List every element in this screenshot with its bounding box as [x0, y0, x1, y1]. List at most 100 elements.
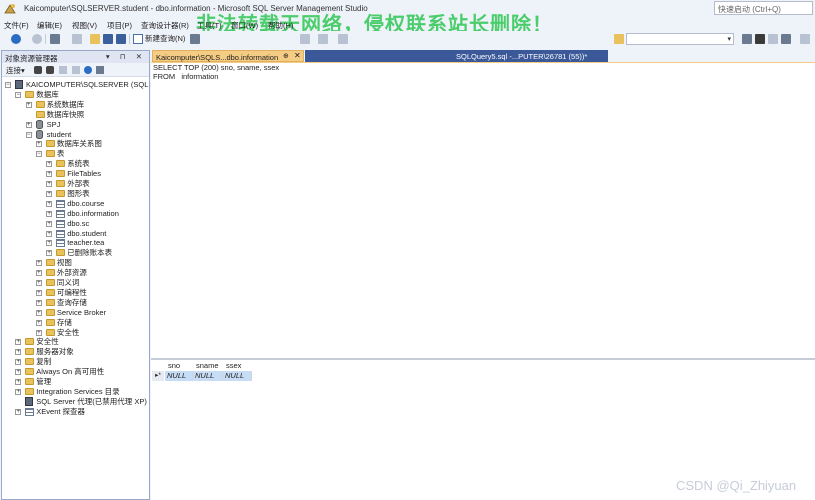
expand-icon[interactable]: +	[35, 329, 42, 336]
table-icon	[56, 239, 66, 248]
collapse-icon[interactable]: −	[5, 82, 11, 88]
folder-icon	[45, 279, 55, 286]
tree-node-label: 存储	[56, 317, 72, 327]
expand-icon[interactable]: +	[46, 190, 53, 197]
menu-window[interactable]: 窗口(W)	[231, 20, 258, 31]
column-header-ssex[interactable]: ssex	[226, 361, 241, 371]
save-icon[interactable]	[103, 34, 113, 44]
expand-icon[interactable]: +	[25, 101, 32, 108]
find-icon[interactable]	[614, 34, 624, 44]
column-header-sname[interactable]: sname	[196, 361, 219, 371]
redo-icon[interactable]	[318, 34, 328, 44]
expand-icon[interactable]: +	[25, 121, 32, 128]
folder-icon	[56, 180, 66, 187]
collapse-icon[interactable]: −	[25, 131, 32, 138]
disconnect-icon[interactable]	[46, 66, 54, 74]
expand-icon[interactable]: +	[35, 260, 42, 267]
expand-icon[interactable]: +	[35, 280, 42, 286]
stop-icon[interactable]	[59, 66, 67, 74]
menu-file[interactable]: 文件(F)	[4, 20, 29, 31]
customize-icon[interactable]	[800, 34, 810, 44]
grid-cell[interactable]: NULL	[193, 371, 223, 381]
table-icon	[56, 199, 66, 208]
forward-icon[interactable]	[32, 34, 42, 44]
pin-icon[interactable]: ⊕	[283, 52, 289, 60]
connect-button[interactable]: 连接▾	[6, 65, 25, 76]
expand-icon[interactable]: +	[46, 171, 53, 178]
filter-icon[interactable]	[72, 66, 80, 74]
back-icon[interactable]	[11, 34, 21, 44]
expand-icon[interactable]: +	[35, 289, 42, 296]
expand-icon[interactable]: +	[46, 250, 53, 257]
quick-launch-input[interactable]: 快速启动 (Ctrl+Q)	[714, 1, 813, 15]
folder-icon	[35, 100, 45, 108]
search-combo[interactable]: ▾	[626, 33, 734, 45]
expand-icon[interactable]: +	[46, 240, 53, 247]
expand-icon[interactable]: +	[15, 359, 22, 366]
tree-node-label: 同义词	[56, 278, 80, 287]
expand-icon[interactable]: +	[35, 270, 42, 277]
expand-icon[interactable]: +	[35, 299, 42, 306]
properties-icon[interactable]	[742, 34, 752, 44]
expand-icon[interactable]: +	[46, 210, 53, 217]
open-file-icon[interactable]	[72, 34, 82, 44]
new-project-icon[interactable]	[50, 34, 60, 44]
tools-icon[interactable]	[755, 34, 765, 44]
folder-icon	[45, 318, 55, 326]
csdn-credit: CSDN @Qi_Zhiyuan	[676, 478, 797, 493]
toolbox-icon[interactable]	[768, 34, 778, 44]
expand-icon[interactable]: +	[46, 200, 53, 207]
save-all-icon[interactable]	[116, 34, 126, 44]
menu-tools[interactable]: 工具(T)	[197, 20, 222, 31]
expand-icon[interactable]: +	[35, 319, 42, 326]
expand-icon[interactable]: +	[15, 388, 22, 395]
column-header-sno[interactable]: sno	[168, 361, 180, 371]
collapse-icon[interactable]: −	[35, 151, 42, 158]
activity-monitor-icon[interactable]	[96, 66, 104, 74]
folder-icon	[45, 328, 55, 336]
expand-icon[interactable]: +	[15, 339, 22, 346]
table-row[interactable]: ▸* NULL NULL NULL	[152, 371, 252, 381]
database-query-icon[interactable]	[190, 34, 200, 44]
ssms-logo-icon	[4, 4, 16, 14]
folder-icon	[45, 259, 55, 267]
zoom-icon[interactable]	[338, 34, 348, 44]
close-icon[interactable]: ✕	[294, 51, 301, 60]
folder-icon	[56, 160, 66, 168]
window-layout-icon[interactable]	[781, 34, 791, 44]
panel-controls-icon[interactable]: ▾ ⊓ ✕	[106, 52, 146, 61]
tree-node-label: dbo.sc	[67, 218, 90, 228]
open-folder-icon[interactable]	[90, 34, 100, 44]
expand-icon[interactable]: +	[46, 161, 53, 168]
collapse-icon[interactable]: −	[15, 91, 22, 98]
tab-sqlquery5[interactable]: SQLQuery5.sql -...PUTER\26781 (55))*	[305, 50, 608, 62]
connect-icon[interactable]	[34, 66, 42, 74]
undo-icon[interactable]	[300, 34, 310, 44]
menu-query-designer[interactable]: 查询设计器(R)	[141, 20, 189, 31]
expand-icon[interactable]: +	[46, 220, 53, 227]
expand-icon[interactable]: +	[15, 349, 22, 356]
grid-cell[interactable]: NULL	[223, 371, 252, 381]
menu-view[interactable]: 视图(V)	[72, 20, 97, 31]
menu-help[interactable]: 帮助(H)	[268, 20, 293, 31]
grid-cell[interactable]: NULL	[165, 371, 193, 381]
expand-icon[interactable]: +	[15, 369, 22, 376]
expand-icon[interactable]: +	[46, 230, 53, 237]
tree-node-label: FileTables	[67, 169, 101, 179]
table-icon	[56, 229, 66, 238]
sql-editor[interactable]: SELECT TOP (200) sno, sname, ssex FROM i…	[151, 63, 815, 359]
new-query-button[interactable]: 新建查询(N)	[133, 33, 185, 45]
expand-icon[interactable]: +	[15, 408, 22, 415]
folder-icon	[56, 249, 66, 257]
expand-icon[interactable]: +	[35, 141, 42, 148]
tree-node-label: 可编程性	[56, 287, 87, 297]
tree-node-label: Integration Services 目录	[36, 386, 120, 396]
tab-information[interactable]: Kaicomputer\SQLS...dbo.information ⊕ ✕	[152, 50, 304, 62]
refresh-icon[interactable]	[84, 66, 92, 74]
expand-icon[interactable]: +	[35, 309, 42, 316]
expand-icon[interactable]: +	[15, 379, 22, 385]
new-query-label: 新建查询(N)	[145, 34, 186, 43]
menu-project[interactable]: 项目(P)	[107, 20, 132, 31]
menu-edit[interactable]: 编辑(E)	[37, 20, 62, 31]
expand-icon[interactable]: +	[46, 181, 53, 187]
